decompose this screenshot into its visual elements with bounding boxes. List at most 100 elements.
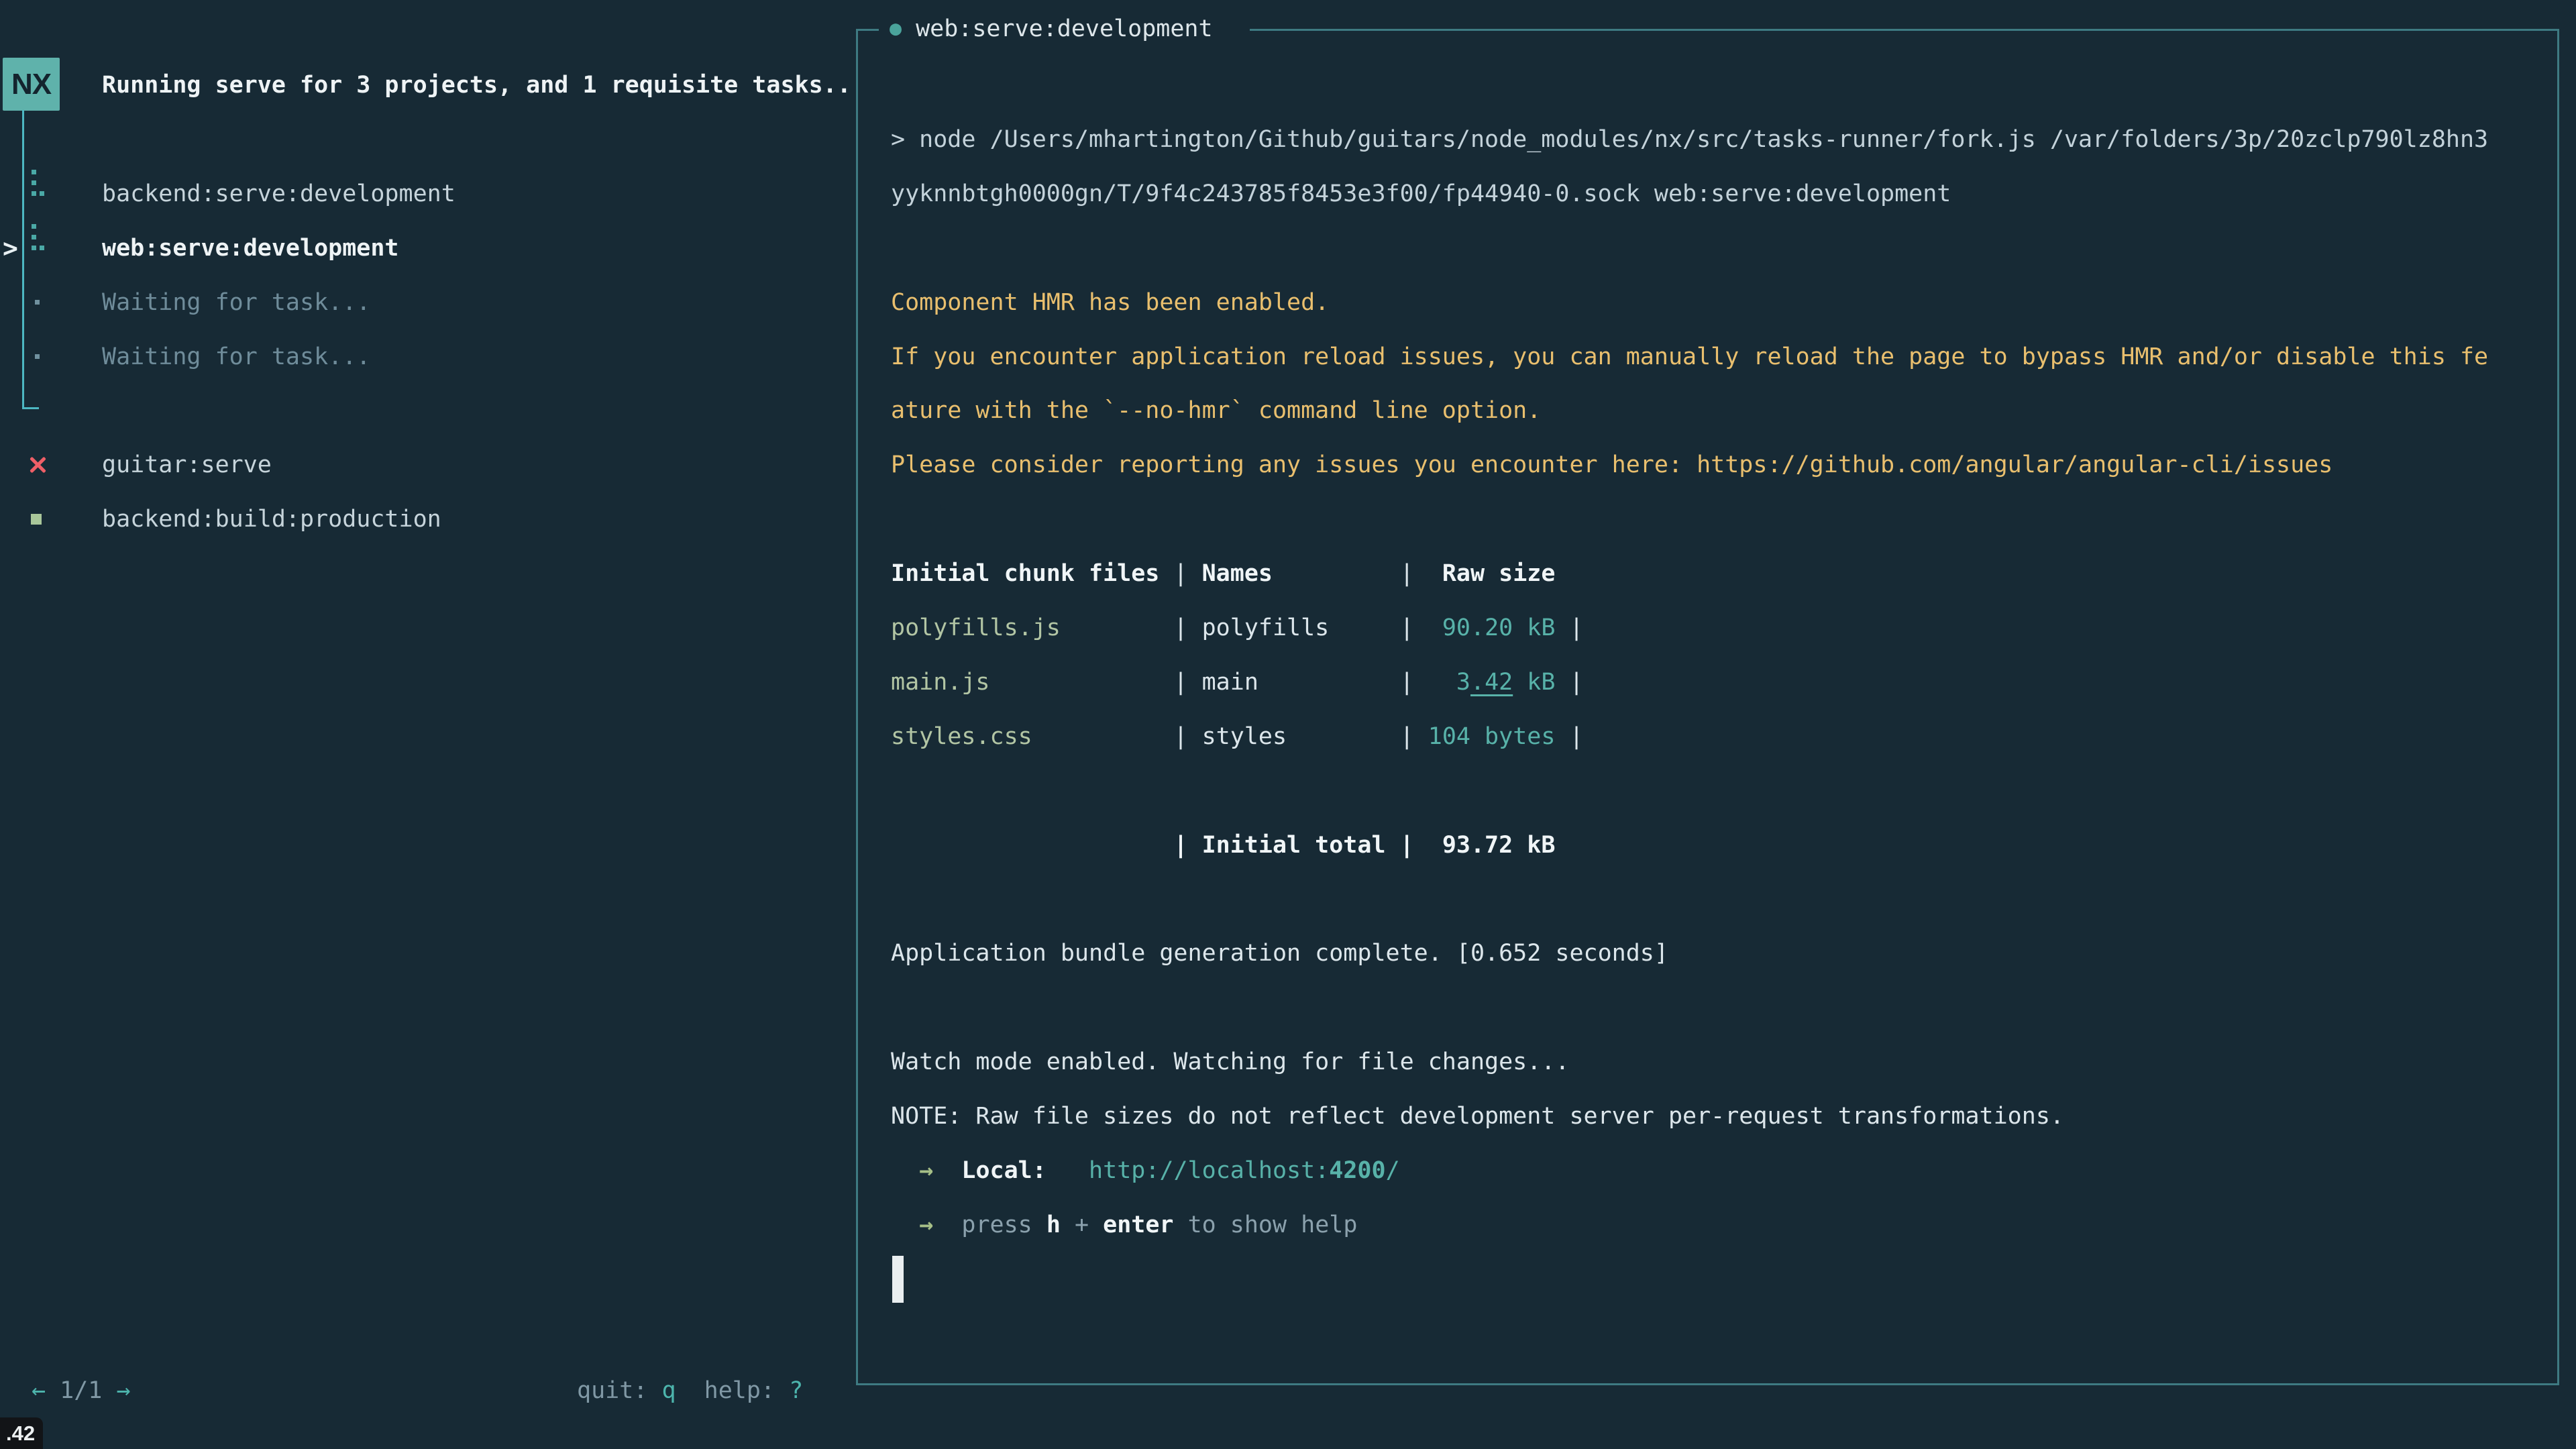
task-label: backend:serve:development (102, 167, 455, 221)
text-segment (1159, 560, 1173, 587)
text-segment (1188, 560, 1202, 587)
text-segment (1414, 560, 1442, 587)
text-segment: If you encounter application reload issu… (891, 343, 2488, 370)
output-panel-title: ● web:serve:development (879, 7, 1250, 50)
text-segment: | (1400, 723, 1414, 750)
quit-hint-label: quit: (577, 1377, 661, 1404)
text-segment (891, 832, 1173, 859)
text-segment: | (1173, 560, 1187, 587)
waiting-dot-icon (35, 354, 40, 359)
text-segment: Watch mode enabled. Watching for file ch… (891, 1049, 1569, 1075)
task-item-waiting-for-task[interactable]: Waiting for task... (0, 276, 805, 329)
text-segment: | (1400, 669, 1414, 696)
text-segment (1386, 832, 1400, 859)
text-segment: NOTE: Raw file sizes do not reflect deve… (891, 1103, 2064, 1130)
text-segment: styles.css (891, 723, 1032, 750)
failed-x-icon (28, 455, 47, 474)
help-hint-label: help: (676, 1377, 790, 1404)
task-item-web-serve-development[interactable]: >web:serve:development (0, 221, 805, 275)
task-label: web:serve:development (102, 221, 399, 275)
terminal-line: Component HMR has been enabled. (891, 276, 1329, 329)
text-segment (990, 669, 1174, 696)
status-dot-icon: ● (890, 7, 902, 50)
text-segment (1188, 669, 1202, 696)
task-label: Waiting for task... (102, 276, 370, 329)
text-segment (1555, 723, 1569, 750)
local-url-link[interactable]: http://localhost: (1089, 1157, 1329, 1184)
text-segment (1287, 723, 1400, 750)
text-segment: 104 bytes (1428, 723, 1556, 750)
waiting-dot-icon (35, 300, 40, 305)
text-segment: 90.20 kB (1442, 614, 1556, 641)
terminal-line: > node /Users/mhartington/Github/guitars… (891, 113, 2488, 166)
task-item-guitar-serve[interactable]: guitar:serve (0, 438, 805, 492)
terminal-line: Initial chunk files | Names | Raw size (891, 547, 1555, 600)
prev-page-arrow-icon[interactable]: ← (32, 1377, 46, 1404)
success-square-icon (31, 514, 42, 525)
text-segment: | (1570, 669, 1584, 696)
terminal-line: NOTE: Raw file sizes do not reflect deve… (891, 1089, 2064, 1143)
terminal-cursor (892, 1256, 904, 1303)
text-segment: polyfills.js (891, 614, 1061, 641)
pager-space (102, 1377, 116, 1404)
terminal-line: If you encounter application reload issu… (891, 330, 2488, 384)
run-summary-header: Running serve for 3 projects, and 1 requ… (102, 58, 851, 112)
text-segment: Component HMR has been enabled. (891, 289, 1329, 316)
text-segment: to show help (1174, 1212, 1358, 1238)
text-segment: kB (1513, 669, 1555, 696)
local-url-slash[interactable]: / (1386, 1157, 1400, 1184)
next-page-arrow-icon[interactable]: → (116, 1377, 130, 1404)
panel-title-text: web:serve:development (916, 15, 1213, 42)
terminal-line: | Initial total | 93.72 kB (891, 818, 1555, 872)
terminal-line: ature with the `--no-hmr` command line o… (891, 384, 1541, 437)
task-label: Waiting for task... (102, 330, 370, 384)
text-segment (1555, 614, 1569, 641)
text-segment: 93.72 kB (1442, 832, 1556, 859)
text-segment: | (1173, 669, 1187, 696)
task-item-backend-build-production[interactable]: backend:build:production (0, 492, 805, 546)
text-segment: | (1173, 723, 1187, 750)
text-segment (1061, 1212, 1075, 1238)
text-segment (1273, 560, 1400, 587)
text-segment (1414, 723, 1428, 750)
task-item-waiting-for-task[interactable]: Waiting for task... (0, 330, 805, 384)
text-segment: | (1400, 560, 1414, 587)
task-item-backend-serve-development[interactable]: backend:serve:development (0, 167, 805, 221)
text-segment: Please consider reporting any issues you… (891, 451, 2332, 478)
text-segment: 3 (1456, 669, 1470, 696)
text-segment (1188, 723, 1202, 750)
text-segment: Initial chunk files (891, 560, 1159, 587)
text-segment (891, 1212, 919, 1238)
text-segment: enter (1103, 1212, 1173, 1238)
text-segment: styles (1202, 723, 1287, 750)
task-label: backend:build:production (102, 492, 441, 546)
local-url-port[interactable]: 4200 (1329, 1157, 1385, 1184)
text-segment: yyknnbtgh0000gn/T/9f4c243785f8453e3f00/f… (891, 180, 1951, 207)
pager: ← 1/1 → (32, 1364, 131, 1417)
text-segment: → (919, 1157, 933, 1184)
text-segment: Initial total (1202, 832, 1386, 859)
terminal-line: yyknnbtgh0000gn/T/9f4c243785f8453e3f00/f… (891, 167, 1951, 221)
terminal-line: Watch mode enabled. Watching for file ch… (891, 1035, 1569, 1089)
text-segment (1089, 1212, 1103, 1238)
running-spinner-icon (32, 170, 45, 197)
text-segment (933, 1212, 961, 1238)
text-segment: → (919, 1212, 933, 1238)
text-segment (1258, 669, 1400, 696)
text-segment: Raw size (1442, 560, 1556, 587)
text-segment: + (1075, 1212, 1089, 1238)
text-segment (1414, 669, 1456, 696)
text-segment (933, 1157, 961, 1184)
text-segment (1032, 723, 1174, 750)
terminal-line: main.js | main | 3.42 kB | (891, 655, 1584, 709)
version-overlay: .42 (0, 1417, 43, 1449)
text-segment: | (1570, 614, 1584, 641)
text-segment (1188, 832, 1202, 859)
text-segment: ature with the `--no-hmr` command line o… (891, 397, 1541, 424)
help-key: ? (789, 1377, 803, 1404)
terminal-line: → Local: http://localhost:4200/ (891, 1144, 1400, 1197)
text-segment: | (1400, 832, 1414, 859)
page-indicator-label: 1/1 (60, 1377, 102, 1404)
text-segment: polyfills (1202, 614, 1330, 641)
text-segment: | (1173, 832, 1187, 859)
